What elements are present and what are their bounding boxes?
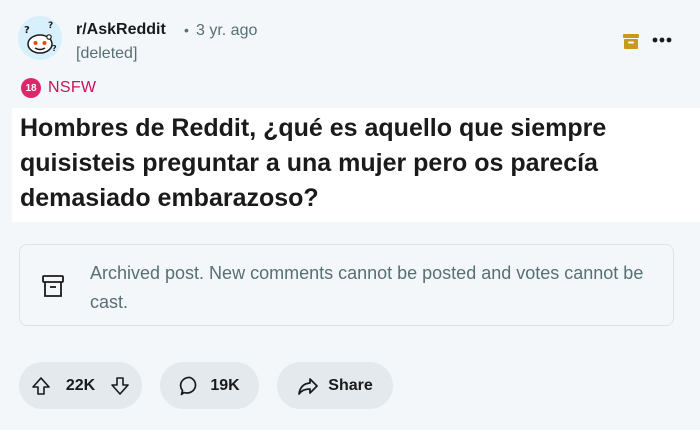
downvote-button[interactable] — [110, 376, 130, 396]
svg-text:?: ? — [52, 44, 57, 53]
post-page: ? ? ? r/AskReddit • 3 yr. ago [deleted] … — [0, 0, 700, 430]
archive-icon — [41, 272, 65, 300]
subreddit-name[interactable]: r/AskReddit — [76, 21, 166, 39]
share-arrow-icon — [297, 376, 319, 396]
archive-box-icon — [622, 32, 640, 50]
upvote-arrow-icon — [32, 376, 50, 395]
nsfw-18-badge: 18 — [21, 78, 41, 98]
post-header: ? ? ? r/AskReddit • 3 yr. ago [deleted] — [18, 14, 682, 70]
share-button[interactable]: Share — [277, 362, 393, 409]
archived-notice: Archived post. New comments cannot be po… — [19, 244, 674, 326]
nsfw-tag: 18 NSFW — [21, 77, 96, 99]
archived-notice-text: Archived post. New comments cannot be po… — [90, 263, 644, 312]
svg-text:?: ? — [48, 21, 53, 31]
share-label: Share — [328, 376, 373, 394]
comment-count: 19K — [210, 376, 240, 394]
downvote-arrow-icon — [111, 376, 129, 395]
upvote-button[interactable] — [31, 376, 51, 396]
post-title: Hombres de Reddit, ¿qué es aquello que s… — [20, 114, 607, 212]
subreddit-avatar-icon[interactable]: ? ? ? — [18, 16, 62, 60]
vote-bar: 22K — [19, 362, 142, 409]
more-options-button[interactable] — [648, 28, 676, 52]
comments-button[interactable]: 19K — [160, 362, 259, 409]
vote-count: 22K — [65, 376, 96, 394]
separator-dot: • — [184, 22, 189, 38]
nsfw-label: NSFW — [48, 79, 97, 96]
post-time: 3 yr. ago — [196, 22, 258, 39]
post-author: [deleted] — [76, 45, 138, 62]
comment-bubble-icon — [179, 375, 201, 397]
post-title-container: Hombres de Reddit, ¿qué es aquello que s… — [12, 108, 700, 222]
more-horizontal-icon — [652, 37, 672, 43]
svg-text:?: ? — [24, 25, 30, 36]
